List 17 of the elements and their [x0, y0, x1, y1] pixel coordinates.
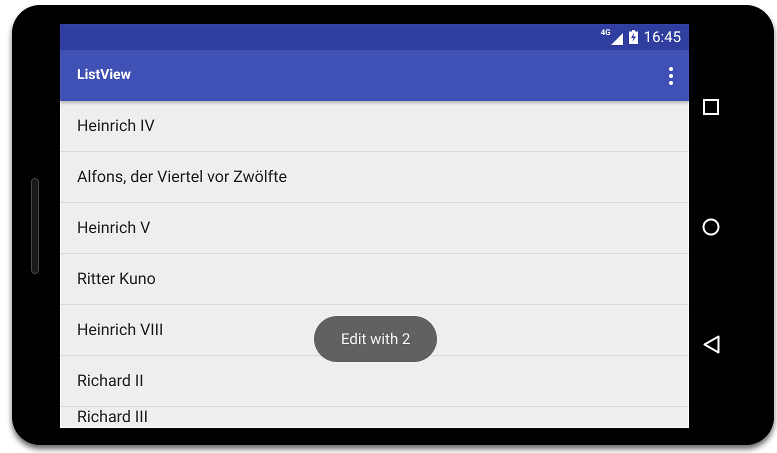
overflow-menu-icon[interactable] [669, 66, 673, 84]
list-item[interactable]: Alfons, der Viertel vor Zwölfte [77, 168, 287, 186]
list-item[interactable]: Heinrich V [77, 219, 150, 237]
list-item[interactable]: Richard II [77, 372, 144, 390]
list-item[interactable]: Heinrich IV [77, 117, 155, 135]
list-item[interactable]: Richard III [77, 408, 148, 426]
clock-time: 16:45 [644, 30, 681, 44]
recents-button[interactable] [703, 99, 719, 115]
home-button[interactable] [702, 218, 720, 236]
toast-message: Edit with 2 [314, 316, 438, 362]
signal-icon [610, 33, 623, 45]
list-item[interactable]: Heinrich VIII [77, 321, 164, 339]
network-type: 4G [600, 29, 611, 37]
toolbar-title: ListView [77, 66, 131, 85]
battery-charging-icon [628, 30, 638, 44]
back-button[interactable] [703, 335, 720, 354]
list-item[interactable]: Ritter Kuno [77, 270, 156, 288]
